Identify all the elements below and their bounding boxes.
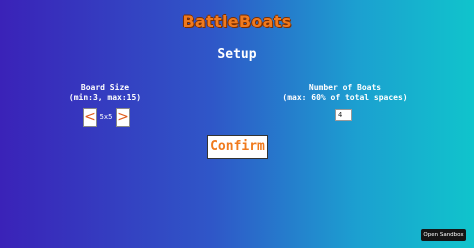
board-size-increase-button[interactable]: > <box>116 108 130 127</box>
boats-label-title: Number of Boats <box>308 83 382 92</box>
boats-label-limit: (max: 60% of total spaces) <box>282 93 408 102</box>
board-size-label-title: Board Size <box>80 83 130 92</box>
app-logo: BattleBoats <box>182 12 292 31</box>
page-title: Setup <box>217 47 257 62</box>
open-sandbox-button[interactable]: Open Sandbox <box>421 229 466 241</box>
number-of-boats-input[interactable]: 4 <box>335 109 352 121</box>
board-size-decrease-button[interactable]: < <box>83 108 97 127</box>
board-size-value: 5x5 <box>99 113 113 121</box>
board-size-label: Board Size (min:3, max:15) <box>55 83 155 103</box>
confirm-button[interactable]: Confirm <box>207 135 268 159</box>
board-size-label-range: (min:3, max:15) <box>68 93 142 102</box>
boats-label: Number of Boats (max: 60% of total space… <box>270 83 420 103</box>
